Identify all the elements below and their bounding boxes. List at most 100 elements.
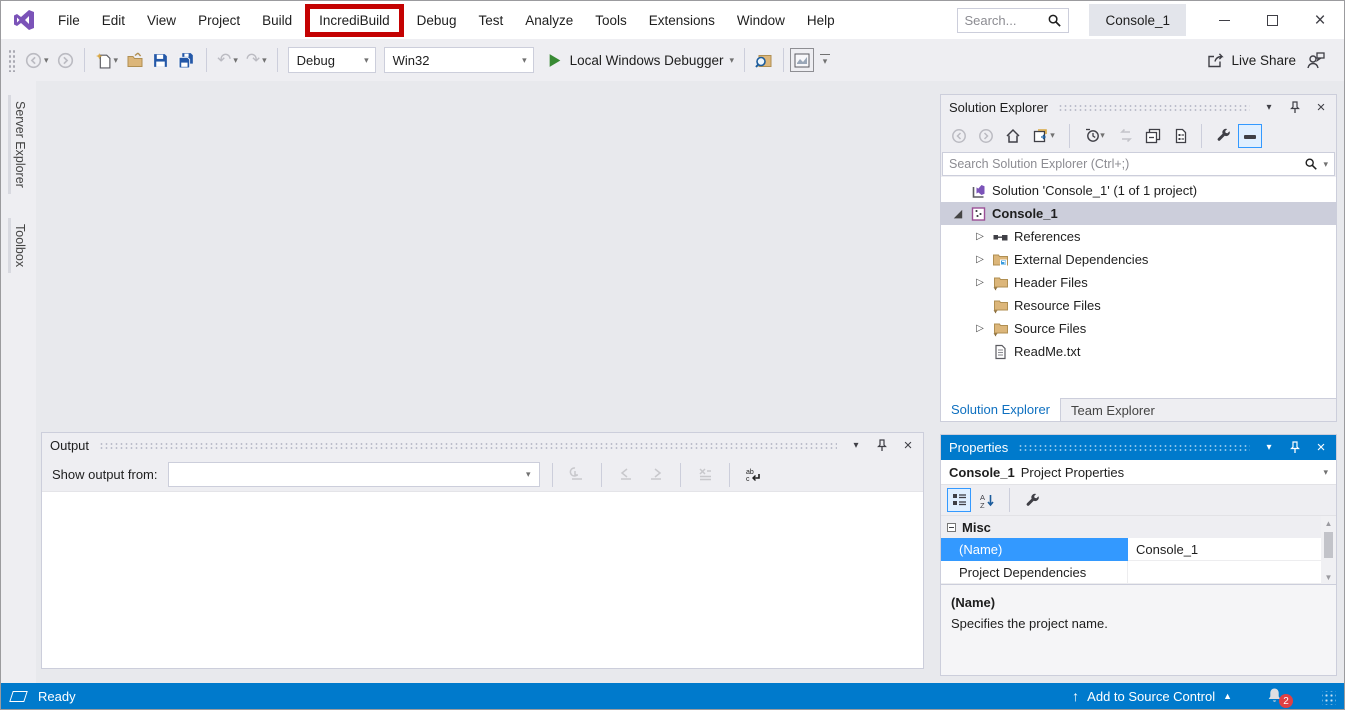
previous-message-button[interactable] [614, 463, 638, 487]
open-file-button[interactable] [122, 46, 148, 74]
undo-button[interactable]: ↶ ▾ [213, 46, 242, 74]
categorized-view-button[interactable] [947, 488, 971, 512]
output-content[interactable] [42, 491, 923, 668]
minimize-button[interactable] [1200, 1, 1248, 39]
search-options-caret[interactable]: ▾ [1323, 160, 1328, 169]
menu-debug[interactable]: Debug [406, 1, 468, 39]
pin-icon[interactable] [1286, 439, 1304, 457]
property-name-cell[interactable]: (Name) [941, 538, 1128, 561]
properties-scrollbar[interactable]: ▲ ▼ [1321, 516, 1336, 584]
find-in-files-button[interactable] [751, 46, 777, 74]
expander-expanded-icon[interactable]: ◢ [951, 207, 965, 220]
expander-collapsed-icon[interactable]: ▷ [973, 323, 987, 334]
back-dropdown-caret[interactable]: ▾ [44, 56, 49, 65]
next-message-button[interactable] [644, 463, 668, 487]
navigate-forward-button[interactable] [53, 46, 78, 74]
incredibuild-monitor-button[interactable] [790, 48, 814, 72]
quick-search-box[interactable] [957, 8, 1069, 33]
tree-item-project[interactable]: ◢ Console_1 [941, 202, 1336, 225]
save-button[interactable] [148, 46, 173, 74]
expander-collapsed-icon[interactable]: ▷ [973, 254, 987, 265]
menu-help[interactable]: Help [796, 1, 846, 39]
switch-views-button[interactable]: ▾ [1028, 124, 1060, 148]
menu-window[interactable]: Window [726, 1, 796, 39]
toolbar-drag-handle[interactable] [7, 48, 15, 72]
property-row-name[interactable]: (Name) Console_1 [941, 538, 1336, 561]
menu-file[interactable]: File [47, 1, 91, 39]
se-forward-button[interactable] [974, 124, 998, 148]
toolbar-overflow-button[interactable]: ▾ [820, 54, 830, 66]
tree-item-header-files[interactable]: ▷ Header Files [941, 271, 1336, 294]
menu-tools[interactable]: Tools [584, 1, 638, 39]
menu-extensions[interactable]: Extensions [638, 1, 726, 39]
collapse-all-button[interactable] [1141, 124, 1165, 148]
property-value-cell[interactable]: Console_1 [1128, 538, 1336, 561]
category-row-misc[interactable]: Misc [941, 516, 1336, 538]
quick-search-input[interactable] [964, 13, 1047, 28]
tree-item-source-files[interactable]: ▷ Source Files [941, 317, 1336, 340]
tree-item-references[interactable]: ▷ References [941, 225, 1336, 248]
new-project-button[interactable]: ▾ [91, 46, 123, 74]
sync-with-active-document-button[interactable] [1114, 124, 1138, 148]
window-position-caret-icon[interactable]: ▾ [1260, 439, 1278, 457]
solution-explorer-header[interactable]: Solution Explorer ▾ × [941, 95, 1336, 120]
output-panel-header[interactable]: Output ▾ × [42, 433, 923, 458]
notifications-button[interactable]: 2 [1266, 687, 1286, 705]
tab-solution-explorer[interactable]: Solution Explorer [941, 398, 1061, 421]
solution-explorer-search-input[interactable] [949, 157, 1304, 171]
tree-item-resource-files[interactable]: Resource Files [941, 294, 1336, 317]
solution-platform-combobox[interactable]: Win32 ▾ [384, 47, 534, 73]
expander-collapsed-icon[interactable]: ▷ [973, 231, 987, 242]
tab-team-explorer[interactable]: Team Explorer [1061, 399, 1165, 421]
menu-test[interactable]: Test [467, 1, 514, 39]
properties-button[interactable] [1211, 124, 1235, 148]
tree-item-external-dependencies[interactable]: ▷ External Dependencies [941, 248, 1336, 271]
add-to-source-control-button[interactable]: ↑ Add to Source Control ▲ [1072, 688, 1232, 704]
live-share-button[interactable]: Live Share [1206, 52, 1296, 69]
redo-dropdown-caret[interactable]: ▾ [262, 56, 267, 65]
menu-build[interactable]: Build [251, 1, 303, 39]
save-all-button[interactable] [173, 46, 200, 74]
pin-icon[interactable] [873, 437, 891, 455]
scroll-down-icon[interactable]: ▼ [1325, 570, 1333, 584]
property-value-cell[interactable] [1128, 561, 1336, 584]
tab-toolbox[interactable]: Toolbox [8, 218, 29, 273]
solution-explorer-search[interactable]: ▾ [942, 152, 1335, 176]
tree-item-readme[interactable]: ReadMe.txt [941, 340, 1336, 363]
panel-splitter[interactable] [940, 422, 1337, 434]
output-source-combobox[interactable]: ▾ [168, 462, 540, 487]
undo-dropdown-caret[interactable]: ▾ [233, 56, 238, 65]
tree-item-solution[interactable]: Solution 'Console_1' (1 of 1 project) [941, 179, 1336, 202]
tab-server-explorer[interactable]: Server Explorer [8, 95, 29, 194]
menu-view[interactable]: View [136, 1, 187, 39]
new-item-dropdown-caret[interactable]: ▾ [114, 56, 119, 65]
preview-selected-items-button[interactable] [1238, 124, 1262, 148]
alphabetical-sort-button[interactable]: A Z [975, 488, 999, 512]
properties-header[interactable]: Properties ▾ × [941, 435, 1336, 460]
clear-all-button[interactable] [693, 463, 717, 487]
se-back-button[interactable] [947, 124, 971, 148]
expander-collapsed-icon[interactable]: ▷ [973, 277, 987, 288]
feedback-button[interactable] [1306, 51, 1326, 69]
close-button[interactable]: × [1296, 1, 1344, 39]
properties-object-selector[interactable]: Console_1 Project Properties ▾ [941, 460, 1336, 485]
collapse-category-icon[interactable] [947, 523, 956, 532]
debug-target-caret[interactable]: ▾ [729, 56, 734, 65]
menu-incredibuild[interactable]: IncrediBuild [319, 13, 390, 28]
maximize-button[interactable] [1248, 1, 1296, 39]
navigate-back-button[interactable]: ▾ [21, 46, 53, 74]
word-wrap-button[interactable]: ab c [742, 463, 766, 487]
solution-configuration-combobox[interactable]: Debug ▾ [288, 47, 376, 73]
find-message-button[interactable] [565, 463, 589, 487]
background-tasks-icon[interactable] [9, 691, 28, 702]
start-debugging-button[interactable]: Local Windows Debugger ▾ [544, 46, 738, 74]
property-name-cell[interactable]: Project Dependencies [941, 561, 1128, 584]
resize-grip[interactable] [1322, 691, 1336, 705]
scroll-up-icon[interactable]: ▲ [1325, 516, 1333, 530]
property-pages-button[interactable] [1020, 488, 1044, 512]
pin-icon[interactable] [1286, 99, 1304, 117]
menu-edit[interactable]: Edit [91, 1, 136, 39]
window-position-caret-icon[interactable]: ▾ [1260, 99, 1278, 117]
property-row-project-dependencies[interactable]: Project Dependencies [941, 561, 1336, 584]
close-icon[interactable]: × [1312, 439, 1330, 457]
